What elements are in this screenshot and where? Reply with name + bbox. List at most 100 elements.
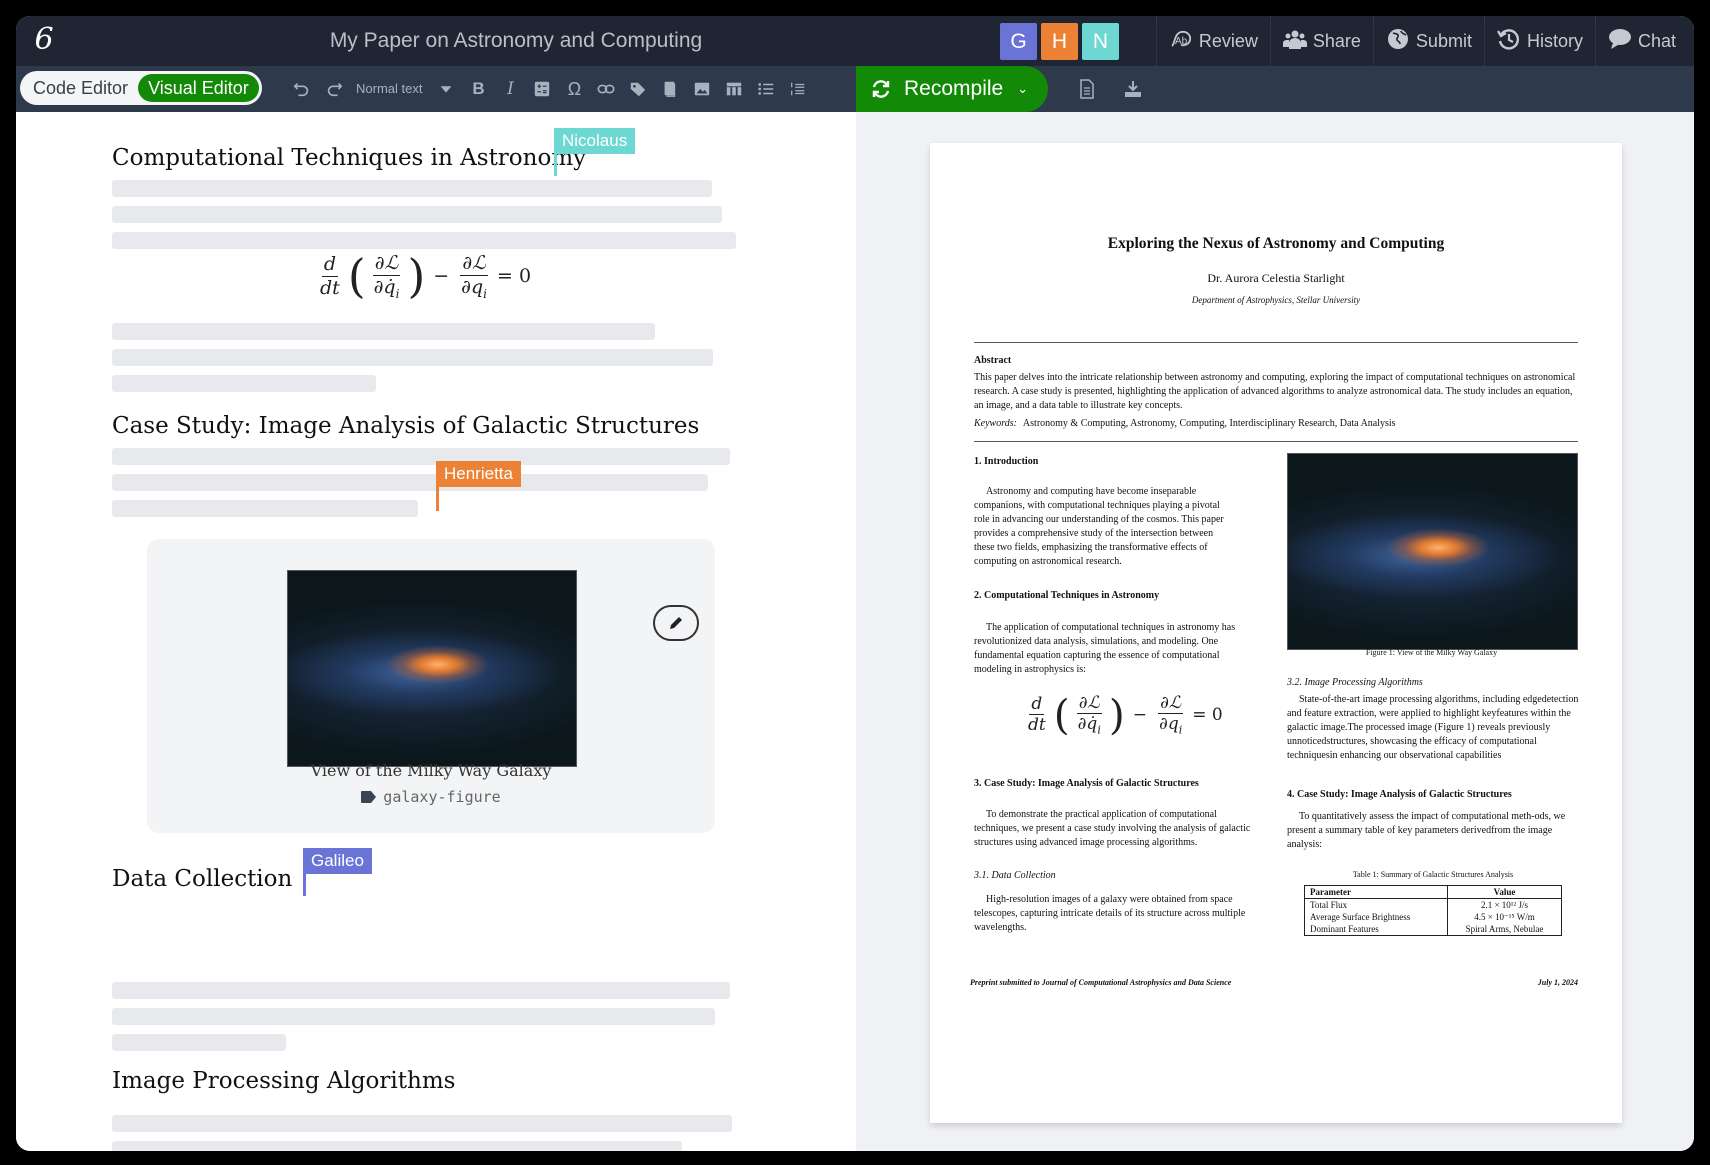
share-button[interactable]: Share [1269, 16, 1373, 66]
pdf-figure-caption: Figure 1: View of the Milky Way Galaxy [1365, 648, 1498, 657]
text-placeholder-line [112, 232, 736, 249]
text-placeholder-line [112, 1008, 715, 1025]
undo-icon [293, 83, 309, 97]
visual-editor-toggle[interactable]: Visual Editor [138, 74, 259, 102]
share-label: Share [1312, 30, 1361, 51]
table-cell: Total Flux [1304, 898, 1448, 911]
image-icon [695, 82, 710, 96]
text-placeholder-line [112, 349, 713, 366]
pdf-divider [974, 342, 1578, 343]
table-row: Total Flux 2.1 × 10¹² J/s [1304, 898, 1562, 911]
figure-label-text: galaxy-figure [383, 788, 501, 806]
table-icon [727, 82, 742, 96]
pdf-galaxy-image [1287, 453, 1578, 650]
review-icon: Ab [1169, 27, 1193, 56]
pdf-footer-date: July 1, 2024 [1537, 978, 1578, 987]
redo-icon [327, 83, 343, 97]
pdf-section-1-title: 1. Introduction [974, 456, 1039, 467]
insert-table-button[interactable] [718, 66, 750, 112]
bold-button[interactable]: B [462, 66, 494, 112]
reference-button[interactable] [622, 66, 654, 112]
avatar-n[interactable]: N [1082, 23, 1119, 60]
review-label: Review [1198, 30, 1258, 51]
pdf-footer-journal: Preprint submitted to Journal of Computa… [970, 978, 1232, 987]
code-editor-toggle[interactable]: Code Editor [23, 78, 138, 99]
pdf-author: Dr. Aurora Celestia Starlight [1207, 271, 1345, 285]
download-pdf-button[interactable] [1118, 66, 1148, 112]
figure-label[interactable]: galaxy-figure [147, 788, 715, 806]
pdf-section-2-text: The application of computational techniq… [974, 622, 1236, 675]
avatar-h[interactable]: H [1041, 23, 1078, 60]
pdf-section-3-text: To demonstrate the practical application… [974, 809, 1251, 848]
figure-caption[interactable]: View of the Milky Way Galaxy [147, 761, 715, 780]
pdf-section-4-text: To quantitatively assess the impact of c… [1287, 811, 1566, 850]
pdf-table-caption: Table 1: Summary of Galactic Structures … [1352, 870, 1514, 879]
symbol-button[interactable]: Ω [558, 66, 590, 112]
pdf-keywords: Keywords: Astronomy & Computing, Astrono… [974, 418, 1580, 429]
chevron-down-icon[interactable]: ⌄ [1017, 81, 1028, 97]
pdf-preview-pane[interactable]: Exploring the Nexus of Astronomy and Com… [856, 112, 1694, 1151]
table-cell: 4.5 × 10⁻¹⁵ W/m [1474, 912, 1535, 922]
visual-editor-pane[interactable]: Computational Techniques in Astronomy Ni… [16, 112, 856, 1151]
pdf-abstract-heading: Abstract [974, 355, 1012, 366]
text-placeholder-line [112, 180, 712, 197]
chat-button[interactable]: Chat [1594, 16, 1694, 66]
pdf-section-3-2-text: State-of-the-art image processing algori… [1287, 694, 1579, 761]
label-tag-icon [361, 791, 377, 803]
tag-icon [631, 82, 646, 97]
pdf-affiliation: Department of Astrophysics, Stellar Univ… [1191, 295, 1361, 305]
heading-image-processing[interactable]: Image Processing Algorithms [112, 1068, 455, 1094]
submit-label: Submit [1415, 30, 1472, 51]
download-icon [1125, 81, 1141, 97]
text-placeholder-line [112, 375, 376, 392]
text-placeholder-line [112, 448, 730, 465]
review-button[interactable]: Ab Review [1155, 16, 1270, 66]
italic-button[interactable]: I [494, 66, 526, 112]
pencil-icon [670, 617, 682, 629]
history-button[interactable]: History [1483, 16, 1595, 66]
chat-icon [1608, 27, 1632, 56]
equation-block[interactable]: d dt ( ∂ℒ ∂q̇i ) − ∂ℒ ∂qi = 0 [314, 252, 531, 301]
undo-button[interactable] [286, 66, 318, 112]
pdf-section-3-2-title: 3.2. Image Processing Algorithms [1287, 677, 1423, 688]
pdf-page[interactable]: Exploring the Nexus of Astronomy and Com… [930, 143, 1622, 1123]
pdf-section-2-title: 2. Computational Techniques in Astronomy [974, 590, 1160, 601]
recompile-button[interactable]: Recompile ⌄ [856, 66, 1048, 112]
editor-toolbar: Code Editor Visual Editor Normal text B … [16, 66, 1694, 112]
editor-mode-switch: Code Editor Visual Editor [20, 71, 262, 105]
refresh-icon [872, 80, 890, 98]
caret-down-icon [441, 86, 452, 93]
cursor-caret [436, 461, 439, 511]
text-placeholder-line [112, 500, 418, 517]
numbered-list-button[interactable] [782, 66, 814, 112]
bullet-list-button[interactable] [750, 66, 782, 112]
submit-button[interactable]: Submit [1372, 16, 1484, 66]
cite-button[interactable] [654, 66, 686, 112]
heading-computational-techniques[interactable]: Computational Techniques in Astronomy [112, 145, 586, 171]
document-title[interactable]: My Paper on Astronomy and Computing [16, 16, 1016, 66]
pdf-section-3-1-text: High-resolution images of a galaxy were … [974, 894, 1246, 933]
heading-case-study[interactable]: Case Study: Image Analysis of Galactic S… [112, 413, 699, 439]
cursor-label: Galileo [303, 848, 372, 874]
avatar-g[interactable]: G [1000, 23, 1037, 60]
text-style-dropdown-button[interactable] [430, 66, 462, 112]
cursor-label: Henrietta [436, 461, 521, 487]
math-button[interactable] [526, 66, 558, 112]
text-placeholder-line [112, 323, 655, 340]
table-row: Dominant Features Spiral Arms, Nebulae [1304, 923, 1562, 936]
text-style-select[interactable]: Normal text [350, 66, 430, 112]
edit-figure-button[interactable] [653, 605, 699, 641]
insert-figure-button[interactable] [686, 66, 718, 112]
text-placeholder-line [112, 1034, 286, 1051]
view-logs-button[interactable] [1072, 66, 1102, 112]
link-button[interactable] [590, 66, 622, 112]
heading-data-collection[interactable]: Data Collection [112, 866, 292, 892]
collaborator-avatars: G H N [1000, 23, 1119, 60]
text-placeholder-line [112, 206, 722, 223]
galaxy-image[interactable] [287, 570, 577, 767]
book-icon [665, 81, 676, 97]
table-header: Value [1447, 885, 1562, 899]
pdf-section-1-text: Astronomy and computing have become inse… [974, 486, 1224, 567]
history-label: History [1526, 30, 1583, 51]
redo-button[interactable] [318, 66, 350, 112]
